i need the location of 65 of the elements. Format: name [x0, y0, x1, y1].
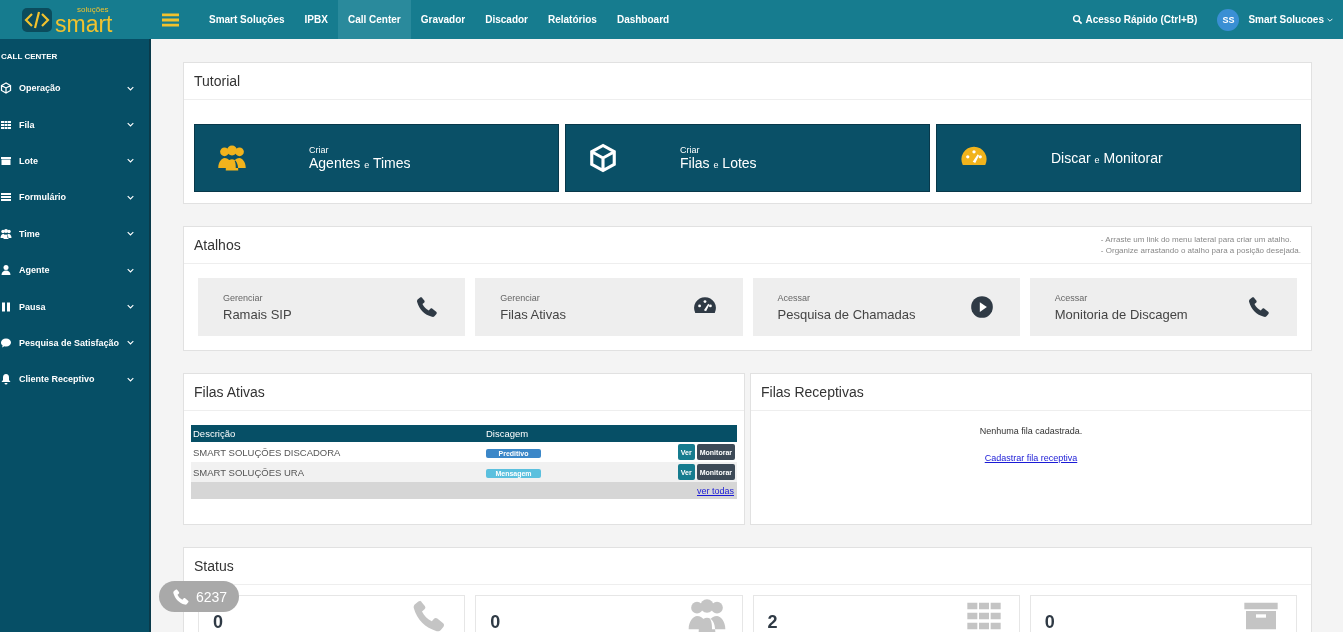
phone-icon [1246, 294, 1272, 320]
empty-message: Nenhuma fila cadastrada. [979, 426, 1083, 436]
status-count: 0 [213, 613, 223, 631]
nav-tab[interactable]: Dashboard [606, 0, 680, 39]
cube-icon [588, 143, 618, 173]
sidebar-item[interactable]: Pesquisa de Satisfação [0, 324, 149, 362]
tutorial-tile[interactable]: Criar Filas e Lotes [565, 124, 930, 192]
quick-access-link[interactable]: Acesso Rápido (Ctrl+B) [1072, 14, 1198, 25]
hint-text: - Organize arrastando o atalho para a posição desejada. [1100, 245, 1301, 256]
sidebar-item[interactable]: Formulário [0, 179, 149, 216]
user-menu[interactable]: Smart Solucoes [1248, 14, 1333, 25]
shortcut-tile[interactable]: Gerenciar Filas Ativas [475, 278, 743, 336]
play-icon [968, 294, 995, 320]
shortcut-tile[interactable]: Acessar Pesquisa de Chamadas [752, 278, 1020, 336]
search-icon [1072, 14, 1084, 25]
sidebar-item[interactable]: Agente [0, 251, 149, 289]
bell-icon [0, 373, 12, 386]
shortcut-tile[interactable]: Gerenciar Ramais SIP [198, 278, 466, 336]
extension-number: 6237 [196, 588, 228, 605]
logo-wordmark: smart [55, 13, 113, 34]
sidebar-item[interactable]: Pausa [0, 288, 149, 325]
register-queue-link[interactable]: Cadastrar fila receptiva [984, 453, 1078, 463]
sidebar-item[interactable]: Time [0, 215, 149, 252]
card-title: Atalhos [194, 237, 242, 253]
phone-icon [171, 586, 191, 607]
grid-icon [0, 118, 12, 131]
hint-text: - Arraste um link do menu lateral para criar um atalho. [1100, 234, 1293, 245]
nav-tab[interactable]: Gravador [410, 0, 476, 39]
card-title: Tutorial [194, 73, 242, 89]
chat-bubble-icon [0, 336, 12, 349]
status-count: 0 [490, 613, 501, 631]
nav-tab[interactable]: Call Center [337, 0, 411, 39]
pause-icon [0, 300, 12, 313]
nav-tab[interactable]: IPBX [294, 0, 338, 39]
archive-icon [0, 154, 12, 167]
sidebar-item[interactable]: Fila [0, 106, 149, 143]
see-all-link[interactable]: ver todas [696, 485, 734, 496]
card-title: Filas Ativas [194, 384, 266, 400]
tutorial-tile[interactable]: Discar e Monitorar [936, 124, 1301, 192]
cube-icon [0, 82, 12, 95]
column-header: Discagem [486, 428, 530, 439]
logo-caption: soluções [77, 5, 110, 14]
nav-tab[interactable]: Smart Soluções [199, 0, 295, 39]
table-cell-text: SMART SOLUÇÕES DISCADORA [192, 446, 342, 458]
menu-icon[interactable] [162, 12, 179, 27]
sidebar-item[interactable]: Lote [0, 142, 149, 180]
tutorial-tile[interactable]: Criar Agentes e Times [194, 124, 559, 192]
code-icon [22, 7, 52, 32]
sidebar-heading: CALL CENTER [0, 51, 59, 63]
user-icon [0, 264, 12, 277]
card-title: Status [194, 558, 235, 574]
status-count: 0 [1044, 613, 1055, 631]
sidebar-item[interactable]: Cliente Receptivo [0, 361, 149, 398]
group-icon [0, 227, 12, 240]
chevron-down-icon [1327, 17, 1333, 22]
column-header: Descrição [192, 428, 237, 439]
sidebar-item[interactable]: Operação [0, 70, 149, 107]
nav-tab[interactable]: Relatórios [538, 0, 607, 39]
list-icon [0, 191, 12, 204]
group-icon [217, 143, 247, 173]
card-title: Filas Receptivas [761, 384, 865, 400]
status-count: 2 [767, 613, 778, 631]
shortcut-tile[interactable]: Acessar Monitoria de Discagem [1029, 278, 1297, 336]
table-cell-text: SMART SOLUÇÕES URA [192, 466, 306, 478]
nav-tab[interactable]: Discador [475, 0, 538, 39]
